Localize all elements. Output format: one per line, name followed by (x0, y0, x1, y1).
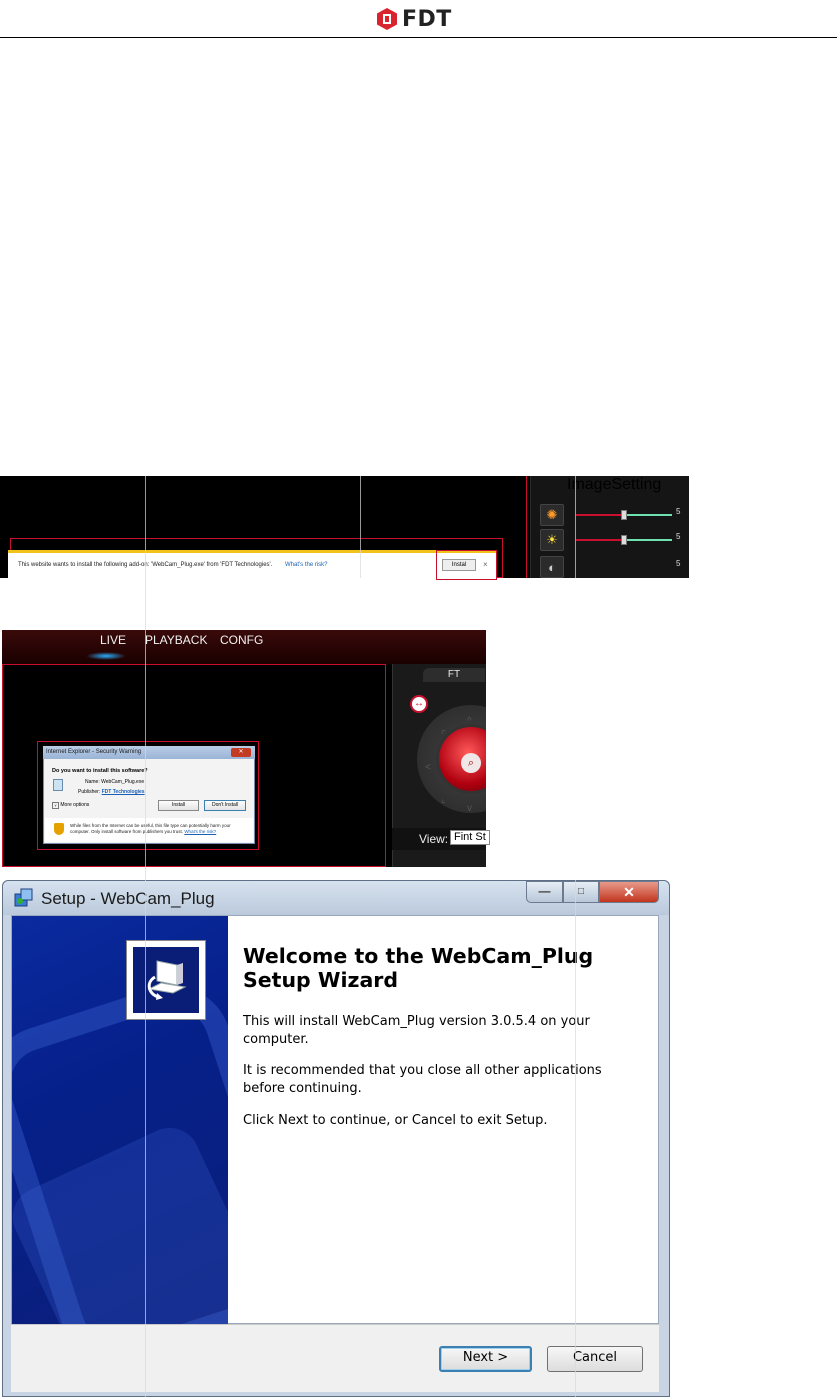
color-icon: ✺ (540, 504, 564, 526)
sun-icon: ☀ (540, 529, 564, 551)
close-icon[interactable]: × (483, 560, 488, 569)
fdt-logo: FDT (375, 4, 467, 34)
next-button[interactable]: Next > (439, 1346, 532, 1372)
publisher-link[interactable]: FDT Technologies (102, 789, 145, 795)
brightness-slider-row: ✺ 5 (540, 504, 689, 526)
slider-value: 5 (676, 507, 681, 516)
guide-line (145, 476, 146, 1397)
close-icon[interactable]: ✕ (231, 748, 251, 757)
minimize-icon[interactable]: — (526, 881, 563, 903)
contrast-slider-row: ☀ 5 (540, 529, 689, 551)
chevron-down-icon: ᵥ (52, 802, 59, 809)
wizard-instructions-text: Click Next to continue, or Cancel to exi… (243, 1113, 548, 1128)
software-name: Name: WebCam_Plug.exe (85, 779, 145, 785)
slider-value: 5 (676, 532, 681, 541)
warning-risk-link[interactable]: What's the risk? (184, 829, 216, 834)
security-window-title: Internet Explorer - Security Warning (43, 746, 255, 759)
guide-line (360, 476, 361, 578)
slider-value: 5 (676, 559, 681, 568)
left-arrow-icon[interactable]: < (425, 762, 431, 773)
guide-line (575, 476, 576, 578)
down-left-arrow-icon[interactable]: ⌞ (441, 794, 446, 805)
panel-divider (526, 476, 529, 578)
contrast-icon: ◐ (540, 556, 564, 578)
view-select[interactable]: Fint St (450, 830, 490, 845)
more-options-toggle[interactable]: ᵥ More options (52, 802, 89, 809)
saturation-slider-row: ◐ 5 (540, 556, 689, 578)
ie-install-button[interactable]: Instal (442, 559, 476, 571)
wizard-recommend-text: It is recommended that you close all oth… (243, 1063, 602, 1096)
installer-file-icon (53, 779, 63, 791)
brightness-slider[interactable] (576, 510, 672, 520)
slider-knob[interactable] (621, 535, 627, 545)
image-setting-tab[interactable]: ImageSetting (567, 476, 661, 494)
warning-text: While files from the Internet can be use… (70, 823, 231, 834)
down-arrow-icon[interactable]: v (467, 803, 472, 814)
contrast-slider[interactable] (576, 535, 672, 545)
maximize-icon[interactable]: □ (563, 881, 599, 903)
cancel-button[interactable]: Cancel (547, 1346, 643, 1372)
zoom-icon[interactable]: ⌕ (461, 753, 481, 773)
view-label: View: (419, 832, 449, 846)
shield-icon (54, 823, 64, 835)
close-icon[interactable]: ✕ (599, 881, 659, 903)
dont-install-button[interactable]: Don't Install (204, 800, 246, 811)
up-arrow-icon[interactable]: ^ (467, 716, 472, 727)
header-rule (0, 37, 837, 38)
slider-knob[interactable] (621, 510, 627, 520)
guide-line (575, 880, 576, 1397)
wizard-heading: Welcome to the WebCam_Plug Setup Wizard (243, 944, 594, 992)
logo-text: FDT (402, 6, 452, 32)
fdt-hexagon-icon (377, 8, 397, 30)
ie-risk-link[interactable]: What's the risk? (285, 562, 328, 568)
install-question: Do you want to install this software? (52, 768, 148, 774)
install-button[interactable]: Install (158, 800, 199, 811)
wizard-version-text: This will install WebCam_Plug version 3.… (243, 1014, 590, 1047)
up-left-arrow-icon[interactable]: ⌜ (441, 730, 446, 741)
installer-computer-icon (147, 960, 187, 1000)
setup-app-icon (14, 888, 33, 907)
software-publisher: Publisher: FDT Technologies (78, 789, 145, 795)
wizard-title: Setup - WebCam_Plug (41, 889, 215, 908)
